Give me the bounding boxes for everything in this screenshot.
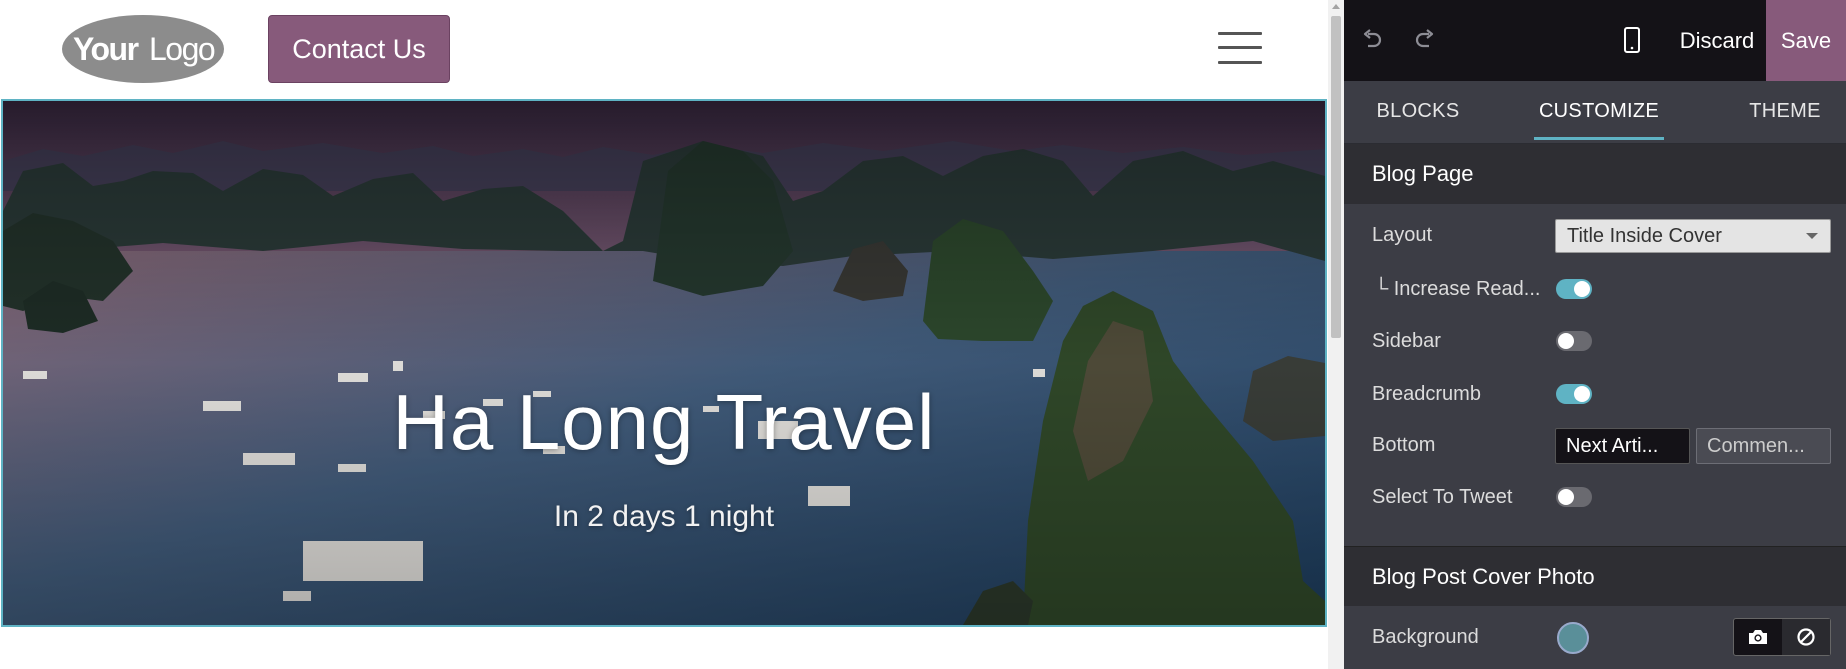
camera-glyph xyxy=(1749,630,1767,644)
tab-theme[interactable]: THEME xyxy=(1724,81,1846,141)
increase-readability-label: └ Increase Read... xyxy=(1374,278,1541,300)
background-image-buttons xyxy=(1733,618,1831,656)
bottom-label: Bottom xyxy=(1372,434,1436,456)
ban-glyph xyxy=(1797,628,1815,646)
active-tab-indicator xyxy=(1534,137,1664,140)
select-to-tweet-label: Select To Tweet xyxy=(1372,486,1513,508)
site-logo[interactable]: Your Logo xyxy=(61,14,226,84)
page-scrollbar[interactable] xyxy=(1328,0,1344,669)
section-title-cover-photo: Blog Post Cover Photo xyxy=(1344,546,1846,606)
discard-button[interactable]: Discard xyxy=(1662,0,1772,81)
section-title-blog-page: Blog Page xyxy=(1344,144,1846,204)
editor-tabs: BLOCKS CUSTOMIZE THEME xyxy=(1344,81,1846,144)
scrollbar-thumb[interactable] xyxy=(1331,16,1341,338)
toggle-knob xyxy=(1558,333,1574,349)
background-label: Background xyxy=(1372,626,1479,648)
sidebar-toggle[interactable] xyxy=(1556,331,1592,351)
ban-icon[interactable] xyxy=(1782,619,1830,655)
website-preview: Your Logo Contact Us Ha Long Travel In 2… xyxy=(0,0,1328,669)
toggle-knob xyxy=(1558,489,1574,505)
editor-sidebar: Discard Save BLOCKS CUSTOMIZE THEME Blog… xyxy=(1344,0,1846,669)
logo-text-logo: Logo xyxy=(149,31,215,67)
menu-bar xyxy=(1218,46,1262,49)
undo-icon[interactable] xyxy=(1354,22,1390,58)
tab-customize[interactable]: CUSTOMIZE xyxy=(1534,81,1664,141)
redo-glyph xyxy=(1415,29,1434,48)
hero-subtitle[interactable]: In 2 days 1 night xyxy=(3,502,1325,532)
toggle-knob xyxy=(1574,386,1590,402)
redo-icon[interactable] xyxy=(1407,22,1443,58)
bottom-next-article-button[interactable]: Next Arti... xyxy=(1555,428,1690,464)
scroll-up-arrow-icon[interactable] xyxy=(1332,4,1340,9)
breadcrumb-toggle[interactable] xyxy=(1556,384,1592,404)
mobile-preview-icon[interactable] xyxy=(1614,22,1650,58)
camera-icon[interactable] xyxy=(1734,619,1783,655)
background-color-swatch[interactable] xyxy=(1557,622,1589,654)
logo-text-your: Your xyxy=(73,31,139,67)
layout-label: Layout xyxy=(1372,224,1433,246)
hero-background-image xyxy=(3,101,1325,625)
increase-readability-toggle[interactable] xyxy=(1556,279,1592,299)
menu-bar xyxy=(1218,61,1262,64)
menu-bar xyxy=(1218,32,1262,35)
bottom-comments-button[interactable]: Commen... xyxy=(1696,428,1831,464)
contact-us-button[interactable]: Contact Us xyxy=(268,15,450,83)
hero-title[interactable]: Ha Long Travel xyxy=(3,383,1325,461)
undo-glyph xyxy=(1363,29,1382,48)
layout-select-value: Title Inside Cover xyxy=(1567,224,1722,247)
select-to-tweet-toggle[interactable] xyxy=(1556,487,1592,507)
hero-overlay xyxy=(3,101,1325,625)
sidebar-label: Sidebar xyxy=(1372,330,1441,352)
breadcrumb-label: Breadcrumb xyxy=(1372,383,1481,405)
chevron-down-icon xyxy=(1806,233,1818,239)
mobile-glyph xyxy=(1624,27,1640,53)
layout-select[interactable]: Title Inside Cover xyxy=(1555,219,1831,253)
save-button[interactable]: Save xyxy=(1766,0,1846,81)
tab-blocks[interactable]: BLOCKS xyxy=(1350,81,1486,141)
blog-cover-hero[interactable]: Ha Long Travel In 2 days 1 night xyxy=(1,99,1327,627)
menu-toggle-icon[interactable] xyxy=(1218,30,1262,66)
editor-toolbar: Discard Save xyxy=(1344,0,1846,81)
site-navbar: Your Logo Contact Us xyxy=(0,0,1328,100)
toggle-knob xyxy=(1574,281,1590,297)
